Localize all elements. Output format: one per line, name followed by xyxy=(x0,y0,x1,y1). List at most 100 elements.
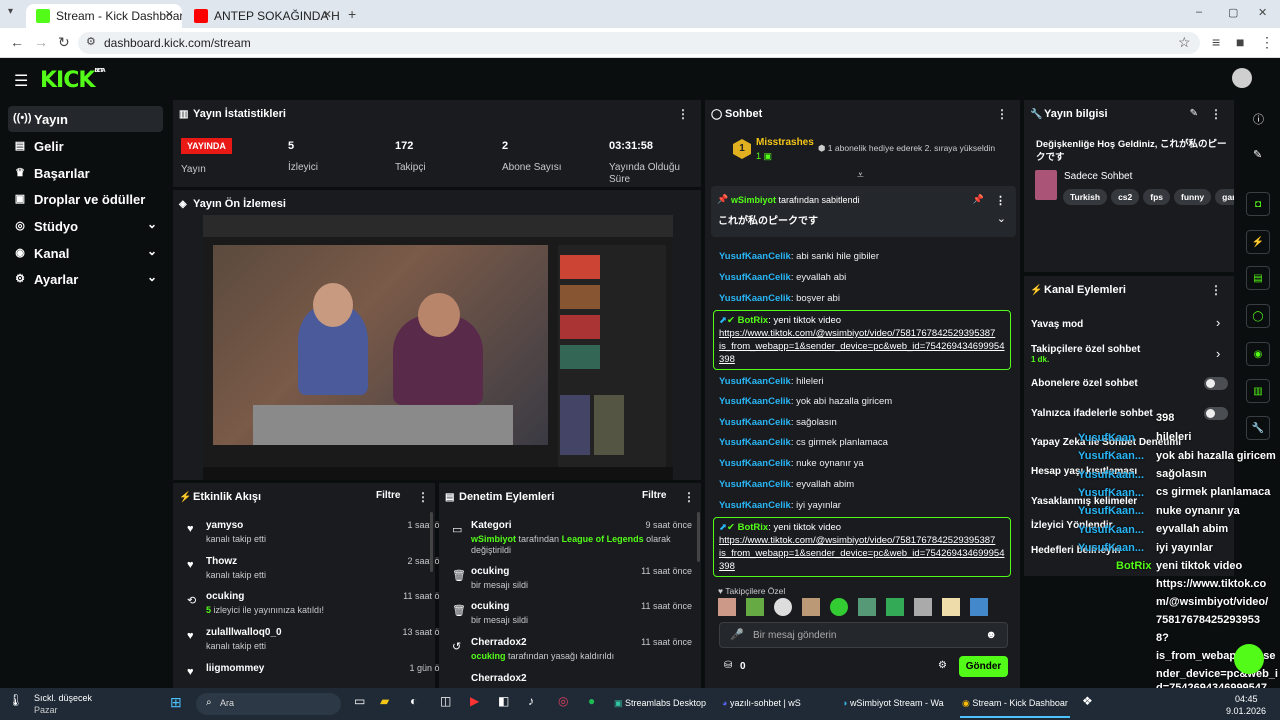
broadcast-icon[interactable]: ◉ xyxy=(1246,342,1270,366)
sidebar-item-basarilar[interactable]: ♛ Başarılar xyxy=(8,160,163,186)
chat-input[interactable]: 🎤 Bir mesaj gönderin ☻ xyxy=(719,622,1008,648)
reload-icon[interactable]: ↻ xyxy=(58,34,70,51)
close-icon[interactable]: ✕ xyxy=(323,8,332,21)
chat-icon[interactable]: ◯ xyxy=(1246,304,1270,328)
sidebar-item-yayin[interactable]: ((•)) Yayın xyxy=(8,106,163,132)
tiktok-link[interactable]: https://www.tiktok.com/@wsimbiyot/video/… xyxy=(719,328,995,339)
emote-icon[interactable] xyxy=(886,598,904,616)
filter-button[interactable]: Filtre xyxy=(376,490,400,501)
close-icon[interactable]: ✕ xyxy=(165,8,174,21)
forward-icon[interactable]: → xyxy=(34,34,48,50)
sidebar-item-studyo[interactable]: ◎ Stüdyo ⌄ xyxy=(8,213,163,239)
weather-icon[interactable]: 🌡 xyxy=(8,693,23,707)
more-options-icon[interactable]: ⋮ xyxy=(1210,107,1222,121)
app-icon[interactable]: ◫ xyxy=(440,694,451,708)
action-followers-only[interactable]: Takipçilere özel sohbet 1 dk. xyxy=(1031,344,1140,364)
scrollbar[interactable] xyxy=(697,512,700,562)
emote-only-toggle[interactable] xyxy=(1204,407,1228,420)
tiktok-icon[interactable]: ♪ xyxy=(528,694,534,708)
more-options-icon[interactable]: ⋮ xyxy=(417,490,429,504)
tiktok-link[interactable]: is_from_webapp=1&sender_device=pc&web_id… xyxy=(719,341,1005,352)
action-account-age[interactable]: Hesap yaşı kısıtlaması xyxy=(1031,466,1137,477)
emoji-icon[interactable]: ☻ xyxy=(985,629,997,641)
edit-icon[interactable]: ✎ xyxy=(1190,108,1198,119)
bookmark-star-icon[interactable]: ☆ xyxy=(1178,34,1191,51)
tag[interactable]: Turkish xyxy=(1063,189,1108,205)
emote-icon[interactable] xyxy=(858,598,876,616)
task-view-icon[interactable]: ▭ xyxy=(354,694,365,708)
sidebar-item-droplar[interactable]: ▣ Droplar ve ödüller xyxy=(8,186,163,212)
action-banned-words[interactable]: Yasaklanmış kelimeler xyxy=(1031,496,1137,507)
tiktok-link[interactable]: is_from_webapp=1&sender_device=pc&web_id… xyxy=(719,548,1005,559)
extension-icon[interactable]: ■ xyxy=(1236,34,1244,50)
emote-icon[interactable] xyxy=(746,598,764,616)
instagram-icon[interactable]: ◎ xyxy=(558,694,568,708)
new-tab-icon[interactable]: + xyxy=(348,6,356,22)
weather-text[interactable]: Sıckl. düşecek xyxy=(34,693,92,703)
filter-button[interactable]: Filtre xyxy=(642,490,666,501)
tag[interactable]: gam xyxy=(1215,189,1234,205)
url-input[interactable]: ⚙ dashboard.kick.com/stream xyxy=(78,32,1200,54)
taskbar-search[interactable]: ⌕ Ara xyxy=(196,693,341,715)
points-icon[interactable]: ⛁ xyxy=(724,660,732,671)
back-icon[interactable]: ← xyxy=(10,34,24,50)
stream-preview-video[interactable] xyxy=(203,215,673,480)
app-icon[interactable]: ◐ xyxy=(410,694,417,708)
clock-time[interactable]: 04:45 xyxy=(1235,694,1258,704)
chevron-down-icon[interactable]: ⌄ xyxy=(997,212,1006,225)
more-options-icon[interactable]: ⋮ xyxy=(995,194,1006,207)
more-options-icon[interactable]: ⋮ xyxy=(677,107,689,121)
mic-icon[interactable]: 🎤 xyxy=(730,628,744,641)
tab-list-icon[interactable]: ▾ xyxy=(8,6,13,17)
tab-youtube[interactable]: ANTEP SOKAĞINDA HER ŞEYİ Y ✕ xyxy=(184,4,340,28)
browser-menu-icon[interactable]: ⋮ xyxy=(1260,34,1274,51)
start-icon[interactable]: ⊞ xyxy=(170,694,182,711)
tab-kick-dashboard[interactable]: Stream - Kick Dashboard ✕ xyxy=(26,4,182,28)
taskbar-app-streamlabs[interactable]: ▣ Streamlabs Desktop xyxy=(614,698,706,709)
tag[interactable]: fps xyxy=(1143,189,1171,205)
gear-icon[interactable]: ⚙ xyxy=(938,660,947,671)
tiktok-link[interactable]: 398 xyxy=(719,561,735,572)
more-options-icon[interactable]: ⋮ xyxy=(1210,283,1222,297)
tag[interactable]: cs2 xyxy=(1111,189,1140,205)
youtube-icon[interactable]: ▶ xyxy=(470,694,479,708)
emote-icon[interactable] xyxy=(942,598,960,616)
sub-only-toggle[interactable] xyxy=(1204,377,1228,390)
tiktok-link[interactable]: 398 xyxy=(719,354,735,365)
sidebar-item-ayarlar[interactable]: ⚙ Ayarlar ⌄ xyxy=(8,266,163,292)
action-ai-moderation[interactable]: Yapay Zeka ile Sohbet Denetimi xyxy=(1031,437,1181,448)
clock-date[interactable]: 9.01.2026 xyxy=(1226,706,1266,716)
leaderboard-user[interactable]: Misstrashes xyxy=(756,137,814,148)
avatar[interactable] xyxy=(1232,68,1252,88)
app-icon[interactable]: ◧ xyxy=(498,694,509,708)
tag[interactable]: funny xyxy=(1174,189,1212,205)
spotify-icon[interactable]: ● xyxy=(588,694,595,708)
maximize-icon[interactable]: ▢ xyxy=(1228,6,1238,19)
emote-icon[interactable] xyxy=(914,598,932,616)
sidebar-item-kanal[interactable]: ◉ Kanal ⌄ xyxy=(8,240,163,266)
more-options-icon[interactable]: ⋮ xyxy=(996,107,1008,121)
edit-icon[interactable]: ✎ xyxy=(1253,148,1262,161)
wrench-icon[interactable]: 🔧 xyxy=(1246,416,1270,440)
emote-icon[interactable] xyxy=(774,598,792,616)
preview-toggle-icon[interactable]: ◘ xyxy=(1246,192,1270,216)
taskbar-app-discord[interactable]: ◕ yazılı-sohbet | wS xyxy=(722,698,801,708)
unpin-icon[interactable]: 📌 xyxy=(973,194,984,205)
action-slow-mode[interactable]: Yavaş mod xyxy=(1031,319,1083,330)
close-window-icon[interactable]: ✕ xyxy=(1258,6,1267,19)
emote-icon[interactable] xyxy=(802,598,820,616)
sidebar-item-gelir[interactable]: ▤ Gelir xyxy=(8,133,163,159)
site-info-icon[interactable]: ⚙ xyxy=(86,35,96,48)
emote-icon[interactable] xyxy=(830,598,848,616)
more-options-icon[interactable]: ⋮ xyxy=(683,490,695,504)
taskbar-app-chrome[interactable]: ◉ Stream - Kick Dashboar xyxy=(962,698,1068,709)
taskbar-app-edge[interactable]: ◑ wSimbiyot Stream - Wa xyxy=(842,698,944,708)
action-goals[interactable]: Hedefleri belirleyin xyxy=(1031,545,1120,556)
reading-list-icon[interactable]: ≡ xyxy=(1212,34,1220,50)
info-icon[interactable]: ⓘ xyxy=(1253,111,1264,127)
app-icon[interactable]: ❖ xyxy=(1082,694,1093,708)
emote-icon[interactable] xyxy=(970,598,988,616)
action-host[interactable]: İzleyici Yönlendir xyxy=(1031,520,1113,531)
emote-icon[interactable] xyxy=(718,598,736,616)
collapse-icon[interactable]: ⩡ xyxy=(857,168,864,183)
